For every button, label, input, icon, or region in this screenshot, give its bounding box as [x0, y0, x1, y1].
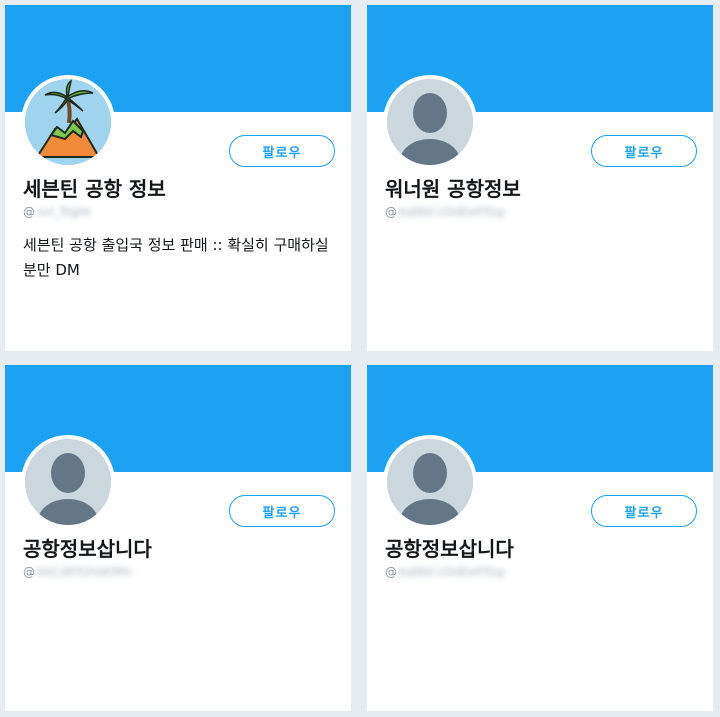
- at-sign: @: [385, 205, 397, 219]
- profile-name[interactable]: 세븐틴 공항 정보: [23, 173, 166, 202]
- profile-handle[interactable]: @AbCdEfGhIjKlMn: [23, 565, 133, 579]
- at-sign: @: [23, 205, 35, 219]
- blurred-handle: AbCdEfGhIjKlMn: [36, 565, 133, 579]
- at-sign: @: [385, 565, 397, 579]
- at-sign: @: [23, 565, 35, 579]
- default-user-avatar-icon[interactable]: [383, 75, 477, 169]
- palm-island-avatar-icon[interactable]: [21, 75, 115, 169]
- watermark-line-1: PRESTIGE: [40, 666, 113, 677]
- default-user-avatar-icon[interactable]: [21, 435, 115, 529]
- profile-card-4[interactable]: 팔로우 공항정보삽니다 @AaBbCcDdEeFfGg: [367, 365, 713, 711]
- profile-name[interactable]: 공항정보삽니다: [23, 533, 152, 562]
- profile-bio: 세븐틴 공항 출입국 정보 판매 :: 확실히 구매하실 분만 DM: [23, 236, 329, 279]
- profile-name[interactable]: 워너원 공항정보: [385, 173, 521, 202]
- profile-handle[interactable]: @AaBbCcDdEeFfGg: [385, 565, 504, 579]
- watermark-line-2: GORILLA: [40, 678, 104, 689]
- follow-button[interactable]: 팔로우: [591, 135, 697, 167]
- follow-button[interactable]: 팔로우: [229, 135, 335, 167]
- blurred-handle: AaBbCcDdEeFfGg: [398, 565, 505, 579]
- profile-card-2[interactable]: 팔로우 워너원 공항정보 @AaBbCcDdEeFfGg: [367, 5, 713, 351]
- default-user-avatar-icon[interactable]: [383, 435, 477, 529]
- blurred-handle: svt_flight: [36, 205, 91, 219]
- watermark-logo-icon: [10, 665, 34, 691]
- profile-handle[interactable]: @AaBbCcDdEeFfGg: [385, 205, 504, 219]
- profile-name[interactable]: 공항정보삽니다: [385, 533, 514, 562]
- profile-handle[interactable]: @svt_flight: [23, 205, 91, 219]
- follow-button[interactable]: 팔로우: [591, 495, 697, 527]
- profile-card-1[interactable]: 팔로우 세븐틴 공항 정보 @svt_flight 세븐틴 공항 출입국 정보 …: [5, 5, 351, 351]
- watermark-text: PRESTIGE GORILLA: [40, 666, 112, 690]
- watermark: PRESTIGE GORILLA: [10, 665, 112, 691]
- follow-button[interactable]: 팔로우: [229, 495, 335, 527]
- profile-card-3[interactable]: 팔로우 공항정보삽니다 @AbCdEfGhIjKlMn: [5, 365, 351, 711]
- blurred-handle: AaBbCcDdEeFfGg: [398, 205, 505, 219]
